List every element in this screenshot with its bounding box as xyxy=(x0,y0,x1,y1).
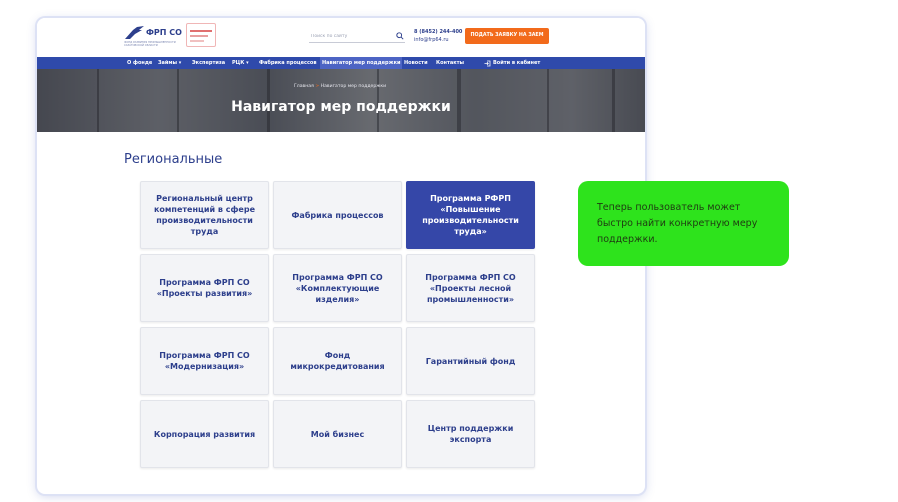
nav-item-contacts[interactable]: Контакты xyxy=(436,57,464,69)
card-rfrp-productivity[interactable]: Программа РФРП «Повышение производительн… xyxy=(406,181,535,249)
breadcrumb: Главная > Навигатор мер поддержки xyxy=(294,84,386,89)
callout-text: Теперь пользователь может быстро найти к… xyxy=(597,202,758,245)
breadcrumb-home[interactable]: Главная xyxy=(294,84,314,89)
card-productivity-center[interactable]: Региональный центр компетенций в сфере п… xyxy=(140,181,269,249)
nav-item-news[interactable]: Новости xyxy=(404,57,428,69)
card-components[interactable]: Программа ФРП СО «Комплектующие изделия» xyxy=(273,254,402,322)
site-logo[interactable]: ФРП СО ФОНД РАЗВИТИЯ ПРОМЫШЛЕННОСТИ САРА… xyxy=(124,25,182,51)
card-my-business[interactable]: Мой бизнес xyxy=(273,400,402,468)
logo-title: ФРП СО xyxy=(146,28,182,37)
site-header: ФРП СО ФОНД РАЗВИТИЯ ПРОМЫШЛЕННОСТИ САРА… xyxy=(37,18,645,57)
breadcrumb-separator: > xyxy=(315,84,320,89)
login-icon xyxy=(484,60,491,67)
hero-banner: Главная > Навигатор мер поддержки Навига… xyxy=(37,69,645,132)
contacts: 8 (8452) 244-400 info@frp64.ru xyxy=(414,29,462,43)
partner-logo xyxy=(186,23,216,47)
logo-subtitle: ФОНД РАЗВИТИЯ ПРОМЫШЛЕННОСТИ САРАТОВСКОЙ… xyxy=(124,41,176,48)
annotation-callout: Теперь пользователь может быстро найти к… xyxy=(578,181,789,266)
nav-item-rck[interactable]: РЦК ▾ xyxy=(232,57,249,69)
card-modernization[interactable]: Программа ФРП СО «Модернизация» xyxy=(140,327,269,395)
apply-loan-button[interactable]: ПОДАТЬ ЗАЯВКУ НА ЗАЕМ xyxy=(465,28,549,44)
eagle-logo-icon xyxy=(125,26,144,39)
login-link[interactable]: Войти в кабинет xyxy=(484,57,541,69)
card-export-support[interactable]: Центр поддержки экспорта xyxy=(406,400,535,468)
section-title: Региональные xyxy=(124,152,223,167)
nav-item-expertise[interactable]: Экспертиза xyxy=(192,57,225,69)
nav-item-loans[interactable]: Займы ▾ xyxy=(158,57,181,69)
search-input[interactable] xyxy=(311,31,391,42)
email-link[interactable]: info@frp64.ru xyxy=(414,37,462,43)
search-box xyxy=(309,31,405,43)
card-process-factory[interactable]: Фабрика процессов xyxy=(273,181,402,249)
main-nav: О фонде Займы ▾ Экспертиза РЦК ▾ Фабрика… xyxy=(37,57,645,69)
card-development-projects[interactable]: Программа ФРП СО «Проекты развития» xyxy=(140,254,269,322)
nav-item-about[interactable]: О фонде xyxy=(127,57,152,69)
nav-item-process-factory[interactable]: Фабрика процессов xyxy=(259,57,317,69)
breadcrumb-current: Навигатор мер поддержки xyxy=(320,84,387,89)
page-title: Навигатор мер поддержки xyxy=(231,99,451,115)
card-forest-industry[interactable]: Программа ФРП СО «Проекты лесной промышл… xyxy=(406,254,535,322)
card-microcredit-fund[interactable]: Фонд микрокредитования xyxy=(273,327,402,395)
card-guarantee-fund[interactable]: Гарантийный фонд xyxy=(406,327,535,395)
phone-link[interactable]: 8 (8452) 244-400 xyxy=(414,29,462,35)
search-icon[interactable] xyxy=(396,32,404,40)
support-measures-grid: Региональный центр компетенций в сфере п… xyxy=(140,181,536,471)
card-development-corporation[interactable]: Корпорация развития xyxy=(140,400,269,468)
login-label: Войти в кабинет xyxy=(493,60,541,66)
nav-item-support-navigator[interactable]: Навигатор мер поддержки xyxy=(320,57,403,69)
